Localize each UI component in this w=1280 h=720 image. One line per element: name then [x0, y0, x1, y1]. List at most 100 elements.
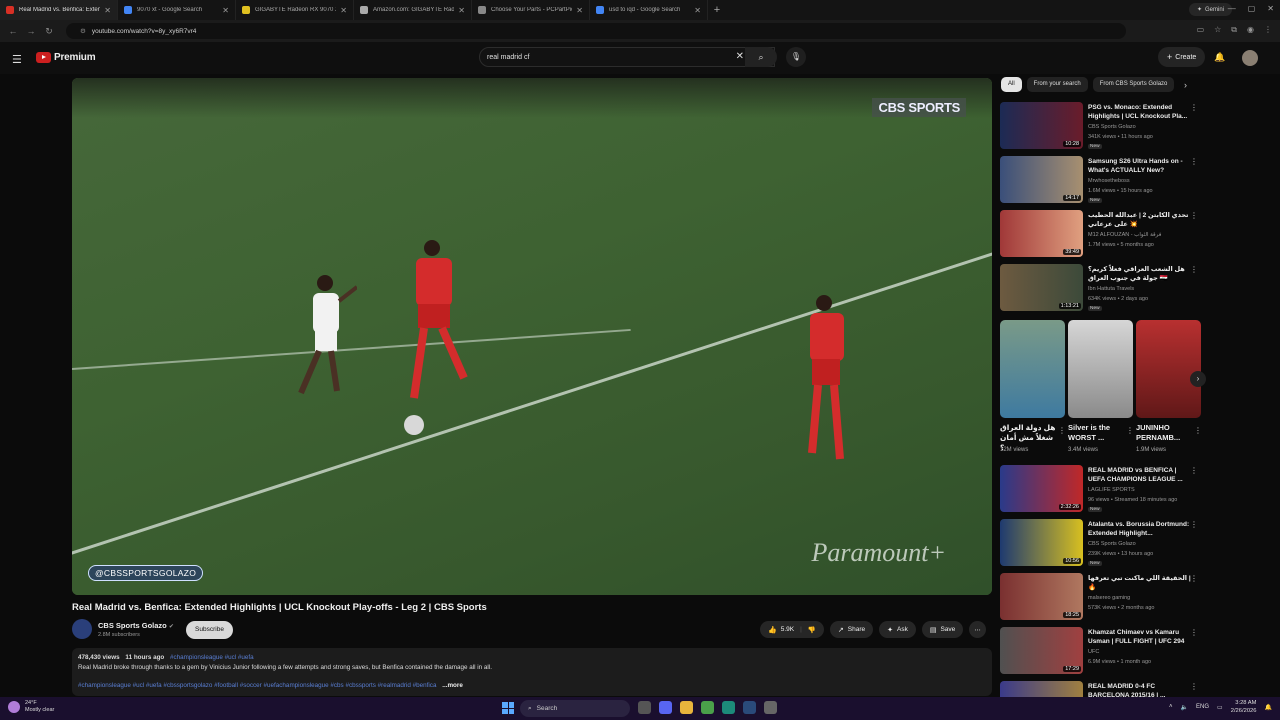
back-icon[interactable]: ← [4, 26, 22, 36]
video-thumbnail[interactable]: 10:56 [1000, 519, 1083, 566]
volume-icon[interactable]: 🔈 [1181, 704, 1188, 711]
browser-menu-icon[interactable]: ⋮ [1264, 25, 1272, 35]
video-thumbnail[interactable]: 17:29 [1000, 627, 1083, 674]
browser-tab[interactable]: GIGABYTE Radeon RX 9070 XT ✕ [236, 0, 354, 20]
video-player[interactable]: CBS SPORTS @CBSSPORTSGOLAZO Paramount+ [72, 78, 992, 595]
shorts-next-button[interactable]: › [1190, 371, 1206, 387]
recommended-video[interactable]: 18:25 الحقيقة اللي ماكنت تبي تعرفها | 🔥 ma… [1000, 573, 1200, 623]
minimize-button[interactable]: — [1228, 4, 1236, 13]
network-icon[interactable]: ▭ [1217, 704, 1223, 711]
create-button[interactable]: + Create [1158, 47, 1206, 67]
taskbar-search[interactable]: ⌕ Search [520, 700, 630, 717]
more-vertical-icon[interactable]: ⋮ [1190, 574, 1198, 583]
notifications-bell-icon[interactable]: 🔔 [1214, 52, 1225, 63]
close-tab-icon[interactable]: ✕ [104, 6, 111, 15]
filter-chip[interactable]: From your search [1026, 77, 1088, 92]
video-thumbnail[interactable]: 1:13:21 [1000, 264, 1083, 311]
file-explorer-icon[interactable] [680, 701, 693, 714]
show-more-link[interactable]: ...more [442, 682, 463, 689]
channel-avatar[interactable] [72, 619, 92, 639]
filter-chip[interactable]: All [1001, 77, 1022, 92]
gemini-button[interactable]: ✦ Gemini [1188, 3, 1232, 16]
youtube-logo[interactable]: Premium [36, 52, 96, 63]
voice-search-button[interactable]: 🎙 [786, 47, 806, 67]
steam-icon[interactable] [743, 701, 756, 714]
search-button[interactable]: ⌕ [745, 47, 777, 67]
windows-start-icon[interactable] [502, 702, 514, 714]
browser-tab[interactable]: Real Madrid vs. Benfica: Extended✕ [0, 0, 118, 20]
more-vertical-icon[interactable]: ⋮ [1190, 520, 1198, 529]
ask-button[interactable]: ✦ Ask [879, 621, 916, 638]
weather-widget[interactable]: 24°F Mostly clear [8, 700, 54, 714]
video-thumbnail[interactable]: 10:28 [1000, 102, 1083, 149]
chevron-right-icon[interactable]: › [1184, 80, 1187, 90]
clock[interactable]: 3:28 AM 2/26/2026 [1231, 699, 1257, 715]
chrome-icon[interactable] [701, 701, 714, 714]
task-view-icon[interactable] [638, 701, 651, 714]
extensions-icon[interactable]: ⧉ [1231, 25, 1237, 35]
video-thumbnail[interactable]: 14:17 [1000, 156, 1083, 203]
more-vertical-icon[interactable]: ⋮ [1190, 628, 1198, 637]
settings-icon[interactable] [764, 701, 777, 714]
profile-icon[interactable]: ◉ [1247, 25, 1254, 35]
recommended-video[interactable]: 2:32:26 REAL MADRID vs BENFICA | UEFA CHA… [1000, 465, 1200, 515]
short-thumbnail[interactable] [1000, 320, 1065, 418]
more-vertical-icon[interactable]: ⋮ [1190, 103, 1198, 112]
short-thumbnail[interactable] [1136, 320, 1201, 418]
close-tab-icon[interactable]: ✕ [694, 6, 701, 15]
more-vertical-icon[interactable]: ⋮ [1190, 466, 1198, 475]
more-vertical-icon[interactable]: ⋮ [1126, 426, 1134, 435]
browser-tab[interactable]: 9070 xt - Google Search ✕ [118, 0, 236, 20]
forward-icon[interactable]: → [22, 26, 40, 36]
subscribe-button[interactable]: Subscribe [186, 621, 233, 639]
close-tab-icon[interactable]: ✕ [576, 6, 583, 15]
hashtags[interactable]: #championsleague #ucl #uefa #cbssportsgo… [78, 682, 436, 689]
browser-tab[interactable]: Amazon.com: GIGABYTE Radeo ✕ [354, 0, 472, 20]
discord-icon[interactable] [659, 701, 672, 714]
more-vertical-icon[interactable]: ⋮ [1190, 211, 1198, 220]
clear-search-icon[interactable]: ✕ [736, 51, 744, 62]
more-vertical-icon[interactable]: ⋮ [1058, 426, 1066, 435]
new-tab-button[interactable]: + [708, 4, 726, 16]
more-actions-button[interactable]: ⋯ [969, 621, 986, 638]
description-box[interactable]: 478,430 views 11 hours ago #championslea… [72, 648, 992, 696]
short-thumbnail[interactable] [1068, 320, 1133, 418]
like-button[interactable]: 👍 5.9K | 👎 [760, 621, 824, 638]
browser-tab[interactable]: usd to iqd - Google Search ✕ [590, 0, 708, 20]
account-avatar[interactable] [1242, 50, 1258, 66]
close-tab-icon[interactable]: ✕ [222, 6, 229, 15]
video-thumbnail[interactable]: 39:49 [1000, 210, 1083, 257]
language-indicator[interactable]: ENG [1196, 704, 1209, 710]
share-button[interactable]: ↗ Share [829, 621, 874, 638]
browser-tab[interactable]: Choose Your Parts - PCPartPick ✕ [472, 0, 590, 20]
video-thumbnail[interactable]: 18:25 [1000, 573, 1083, 620]
close-tab-icon[interactable]: ✕ [458, 6, 465, 15]
save-button[interactable]: ▤ Save [921, 621, 964, 638]
channel-name[interactable]: CBS Sports Golazo ✔ [98, 621, 174, 630]
recommended-video[interactable]: 1:13:21 هل الشعب العراقي فعلاً كريم؟ جولة… [1000, 264, 1200, 314]
chevron-up-icon[interactable]: ˄ [1169, 704, 1173, 710]
bookmark-star-icon[interactable]: ☆ [1214, 25, 1221, 35]
filter-chip[interactable]: From CBS Sports Golazo [1092, 77, 1175, 92]
cast-icon[interactable]: ▭ [1197, 25, 1205, 35]
more-vertical-icon[interactable]: ⋮ [1190, 157, 1198, 166]
maximize-button[interactable]: ▢ [1248, 4, 1256, 13]
header-hashtags[interactable]: #championsleague #ucl #uefa [170, 654, 254, 661]
recommended-video[interactable]: 10:28 PSG vs. Monaco: Extended Highlights… [1000, 102, 1200, 152]
reload-icon[interactable]: ↻ [40, 26, 58, 37]
recommended-video[interactable]: 14:17 Samsung S26 Ultra Hands on - What's… [1000, 156, 1200, 206]
menu-icon[interactable]: ☰ [12, 53, 22, 66]
close-tab-icon[interactable]: ✕ [340, 6, 347, 15]
more-vertical-icon[interactable]: ⋮ [1194, 426, 1202, 435]
more-vertical-icon[interactable]: ⋮ [1190, 682, 1198, 691]
terminal-icon[interactable] [722, 701, 735, 714]
video-thumbnail[interactable]: 2:32:26 [1000, 465, 1083, 512]
more-vertical-icon[interactable]: ⋮ [1190, 265, 1198, 274]
url-field[interactable]: ⚙ youtube.com/watch?v=8y_xy6R7vr4 [66, 23, 1126, 39]
notification-icon[interactable]: 🔔 [1265, 704, 1272, 711]
recommended-video[interactable]: 10:56 Atalanta vs. Borussia Dortmund: Ext… [1000, 519, 1200, 569]
recommended-video[interactable]: 39:49 تحدي الكابتن 2 | عبدالله الحطيب 💥 ع… [1000, 210, 1200, 260]
site-info-icon[interactable]: ⚙ [80, 27, 86, 35]
thumbs-down-icon[interactable]: 👎 [808, 626, 816, 634]
recommended-video[interactable]: 17:29 Khamzat Chimaev vs Kamaru Usman | F… [1000, 627, 1200, 677]
